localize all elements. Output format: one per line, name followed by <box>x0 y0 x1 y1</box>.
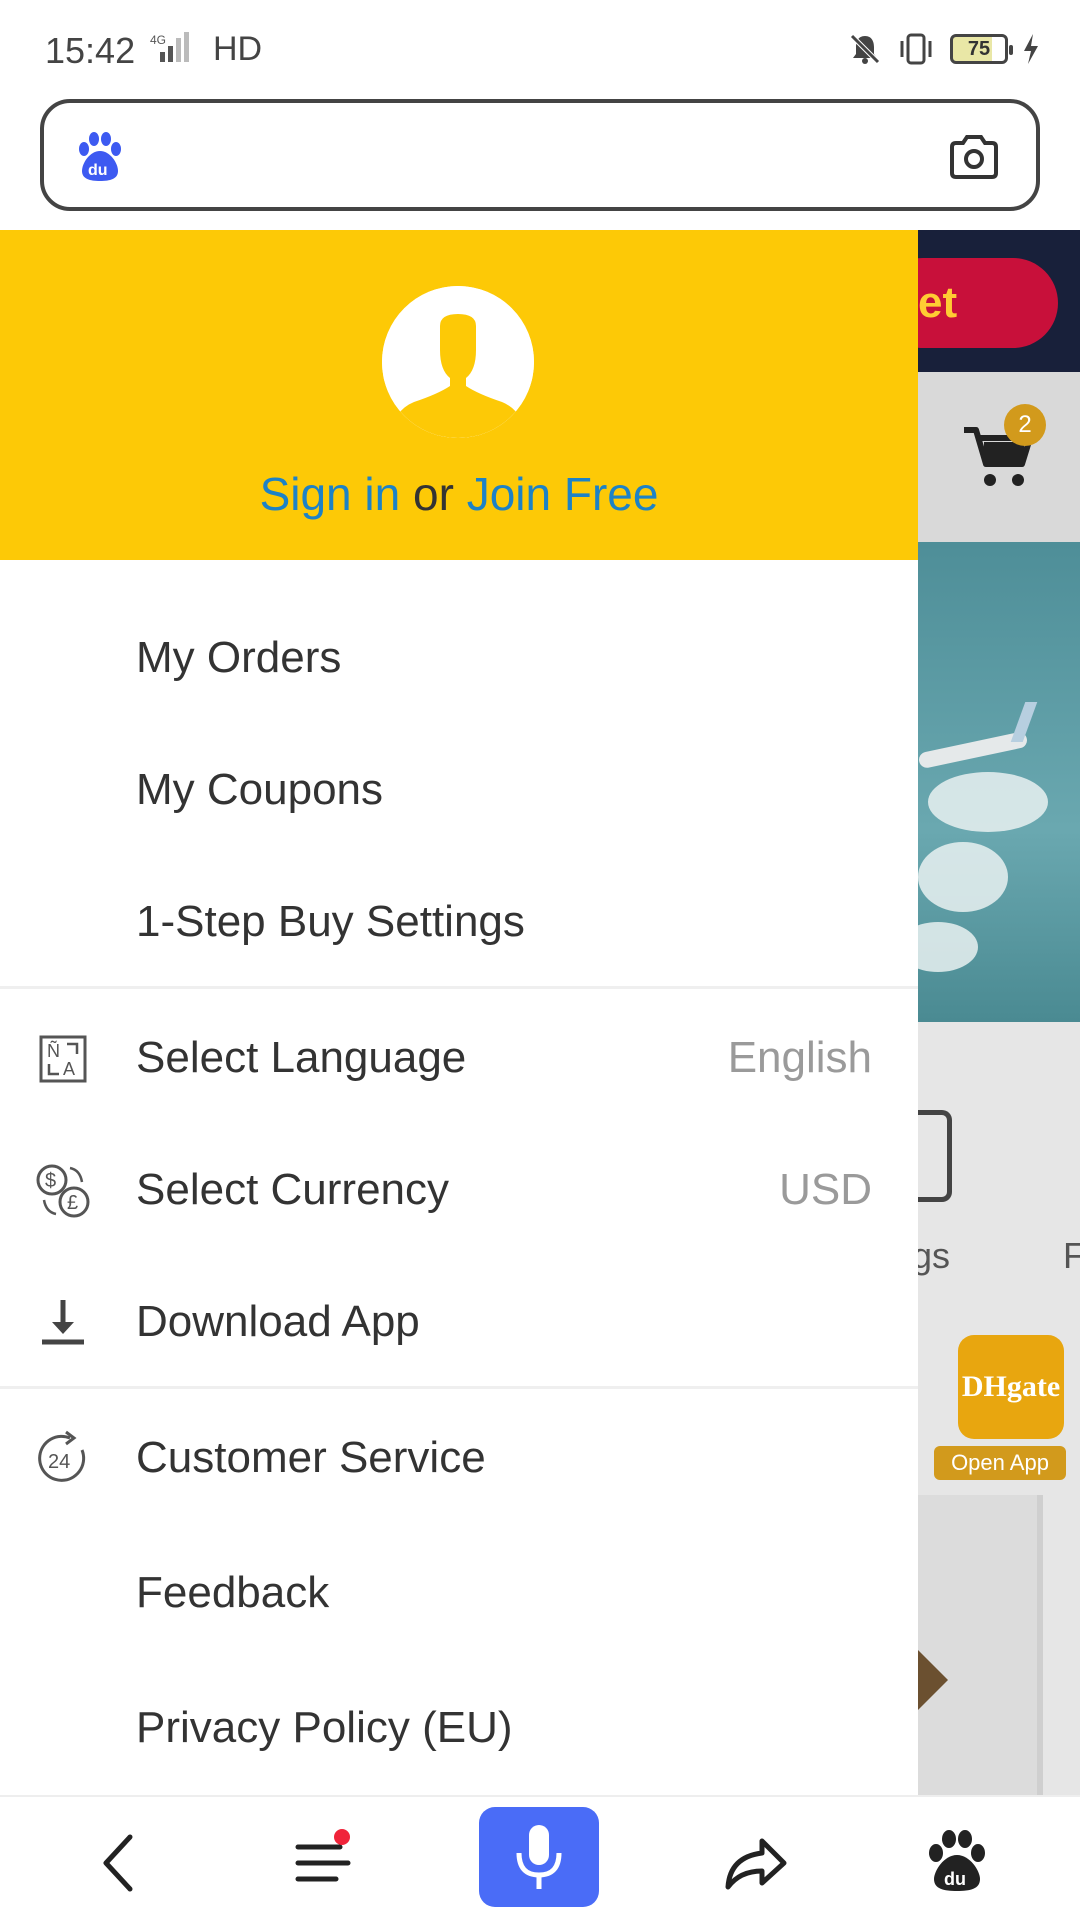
sign-in-link[interactable]: Sign in <box>260 468 401 520</box>
bag-icon <box>918 1110 952 1202</box>
menu-item-label: Customer Service <box>136 1433 486 1482</box>
bottom-navigation: du <box>0 1795 1080 1920</box>
divider <box>0 1386 918 1389</box>
hd-indicator: HD <box>213 30 263 68</box>
microphone-icon <box>516 1825 562 1889</box>
background-page: et 2 gs F DHgate Open App <box>918 230 1080 1795</box>
baidu-paw-icon[interactable]: du <box>912 1817 1002 1907</box>
menu-item-label: My Orders <box>136 633 342 682</box>
menu-item-label: Privacy Policy (EU) <box>136 1703 513 1752</box>
network-signal-icon: 4G <box>148 30 196 66</box>
menu-item-feedback[interactable]: Feedback <box>0 1527 918 1659</box>
menu-icon[interactable] <box>278 1817 368 1907</box>
voice-search-button[interactable] <box>479 1807 599 1907</box>
category-label: gs <box>918 1235 951 1276</box>
menu-item-label: My Coupons <box>136 765 384 814</box>
drawer-header: Sign in or Join Free <box>0 230 918 560</box>
mute-bell-icon <box>850 34 880 64</box>
cart-count-badge: 2 <box>1004 404 1046 446</box>
svg-text:du: du <box>88 162 108 179</box>
menu-item-select-currency[interactable]: $ £ Select Currency USD <box>0 1124 918 1256</box>
menu-item-customer-service[interactable]: 24 Customer Service <box>0 1392 918 1524</box>
svg-text:£: £ <box>67 1192 78 1214</box>
battery-icon: 75 <box>950 34 1013 64</box>
menu-item-privacy-policy[interactable]: Privacy Policy (EU) <box>0 1662 918 1794</box>
menu-item-download-app[interactable]: Download App <box>0 1256 918 1388</box>
status-bar: 15:42 4G HD 75 <box>0 0 1080 100</box>
svg-text:$: $ <box>45 1170 56 1192</box>
hero-image <box>918 542 1080 1022</box>
menu-item-label: Download App <box>136 1297 420 1346</box>
currency-exchange-icon: $ £ <box>36 1164 90 1218</box>
vibrate-icon <box>900 33 932 65</box>
translate-icon: Ñ A <box>39 1035 87 1083</box>
header-bar: 2 <box>918 372 1080 542</box>
open-app-button: Open App <box>934 1446 1066 1480</box>
avatar[interactable] <box>382 286 534 438</box>
svg-text:du: du <box>944 1869 966 1889</box>
download-icon <box>42 1300 84 1345</box>
menu-item-label: Select Language <box>136 1033 467 1082</box>
dhgate-logo: DHgate <box>958 1335 1064 1439</box>
product-card <box>918 1495 1043 1795</box>
promo-button: et <box>918 258 1058 348</box>
sign-in-line: Sign in or Join Free <box>0 467 918 521</box>
join-free-link[interactable]: Join Free <box>467 468 659 520</box>
side-drawer: Sign in or Join Free My Orders My Coupon… <box>0 230 918 1795</box>
language-value: English <box>727 1033 872 1082</box>
svg-text:Ñ: Ñ <box>47 1040 60 1061</box>
24h-service-icon: 24 <box>38 1430 86 1482</box>
menu-item-select-language[interactable]: Ñ A Select Language English <box>0 992 918 1124</box>
search-input[interactable]: du <box>40 99 1040 211</box>
charging-icon <box>1024 34 1038 64</box>
status-time: 15:42 <box>45 30 136 71</box>
divider <box>0 986 918 989</box>
menu-item-label: Select Currency <box>136 1165 450 1214</box>
or-text: or <box>413 468 454 520</box>
baidu-paw-icon[interactable]: du <box>74 131 126 183</box>
svg-text:24: 24 <box>48 1451 70 1473</box>
menu-item-my-coupons[interactable]: My Coupons <box>0 724 918 856</box>
svg-text:A: A <box>63 1059 75 1079</box>
svg-text:4G: 4G <box>150 33 166 47</box>
menu-item-label: Feedback <box>136 1568 330 1617</box>
user-silhouette-icon <box>382 286 534 438</box>
promo-banner: et <box>918 230 1080 372</box>
notification-dot <box>334 1829 350 1845</box>
category-label: F <box>1063 1235 1080 1276</box>
currency-value: USD <box>779 1165 872 1214</box>
menu-item-my-orders[interactable]: My Orders <box>0 592 918 724</box>
menu-item-label: 1-Step Buy Settings <box>136 897 525 946</box>
menu-item-1-step-buy-settings[interactable]: 1-Step Buy Settings <box>0 856 918 988</box>
camera-icon[interactable] <box>948 133 1000 181</box>
back-icon[interactable] <box>74 1817 164 1907</box>
share-icon[interactable] <box>710 1817 800 1907</box>
